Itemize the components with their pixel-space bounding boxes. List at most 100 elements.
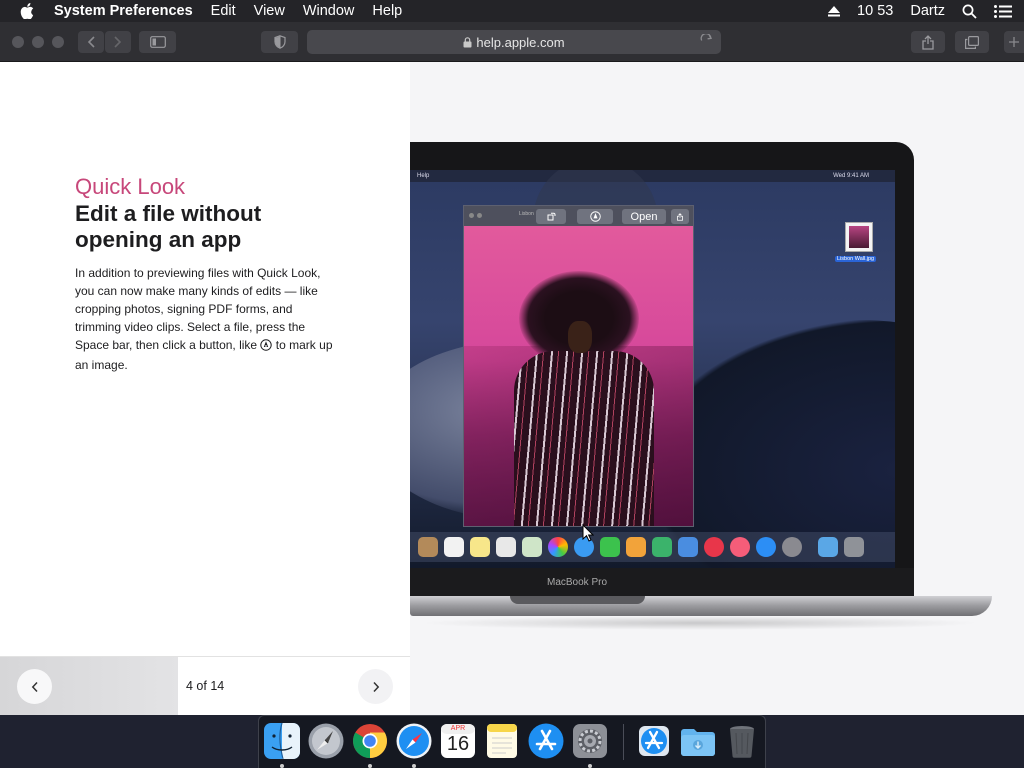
previous-slide-button[interactable]	[17, 669, 52, 704]
ql-expand-dot	[477, 213, 482, 218]
laptop-screen: Help Wed 9:41 AM Lisbon Open Lisbon Wall…	[410, 170, 895, 568]
dock: APR 16	[258, 715, 766, 768]
menubar-user[interactable]: Dartz	[910, 3, 945, 19]
section-eyebrow: Quick Look	[75, 174, 186, 199]
calendar-day: 16	[446, 733, 470, 755]
dock-running-dot	[280, 764, 284, 768]
dock-app-store-icon[interactable]	[527, 722, 565, 760]
menu-view[interactable]: View	[245, 0, 294, 22]
ql-file-name: Lisbon	[519, 211, 534, 217]
spotlight-search-icon[interactable]	[962, 4, 977, 19]
forward-button[interactable]	[105, 31, 131, 53]
dock-calendar-icon[interactable]: APR 16	[439, 722, 477, 760]
mouse-cursor-icon	[582, 523, 595, 547]
dock-running-dot	[588, 764, 592, 768]
laptop-shadow	[420, 616, 980, 630]
article-body: In addition to previewing files with Qui…	[75, 264, 333, 374]
markup-icon	[260, 338, 273, 356]
tabs-icon	[965, 35, 979, 49]
apple-menu-icon[interactable]	[0, 3, 54, 19]
sidebar-icon	[149, 36, 166, 48]
dock-chrome-icon[interactable]	[351, 722, 389, 760]
address-bar[interactable]: help.apple.com	[307, 30, 721, 54]
mini-dock-trash-icon	[844, 537, 864, 557]
web-page: Quick Look Edit a file without opening a…	[0, 62, 1024, 715]
plus-icon	[1009, 37, 1019, 47]
privacy-report-button[interactable]	[261, 31, 298, 53]
chevron-left-icon	[87, 36, 95, 48]
mini-menu-bar: Help Wed 9:41 AM	[410, 170, 895, 182]
menu-app-name[interactable]: System Preferences	[54, 0, 202, 22]
desktop-file-icon	[845, 222, 873, 252]
dock-running-dot	[368, 764, 372, 768]
mini-dock-notes-icon	[470, 537, 490, 557]
share-mini-button	[671, 209, 689, 224]
mini-dock-contacts-icon	[418, 537, 438, 557]
portrait-photo	[464, 226, 693, 526]
close-window-button[interactable]	[12, 36, 24, 48]
mini-dock-music-icon	[730, 537, 750, 557]
dock-safari-icon[interactable]	[395, 722, 433, 760]
ql-close-dot	[469, 213, 474, 218]
open-with-button: Open	[622, 209, 666, 224]
quick-look-window: Lisbon Open	[463, 205, 694, 527]
mini-dock-numbers-icon	[652, 537, 672, 557]
mini-dock	[410, 532, 895, 562]
menu-window[interactable]: Window	[294, 0, 364, 22]
tab-overview-button[interactable]	[955, 31, 989, 53]
shield-icon	[273, 35, 286, 49]
dock-separator	[623, 724, 624, 760]
mini-dock-calendar-icon	[444, 537, 464, 557]
chevron-left-icon	[31, 681, 38, 692]
macbook-illustration: Help Wed 9:41 AM Lisbon Open Lisbon Wall…	[410, 142, 1024, 632]
calendar-month: APR	[450, 725, 466, 732]
dock-app-store-download-icon[interactable]	[635, 722, 673, 760]
menu-bar: System Preferences Edit View Window Help…	[0, 0, 1024, 22]
laptop-notch	[510, 596, 645, 604]
article-panel: Quick Look Edit a file without opening a…	[0, 62, 410, 715]
mini-dock-photos-icon	[548, 537, 568, 557]
mini-dock-reminders-icon	[496, 537, 516, 557]
article-headline: Edit a file without opening an app	[75, 201, 262, 252]
zoom-window-button[interactable]	[52, 36, 64, 48]
mini-clock: Wed 9:41 AM	[833, 173, 869, 179]
share-button[interactable]	[911, 31, 945, 53]
markup-icon	[589, 211, 601, 222]
menubar-clock[interactable]: 10 53	[857, 3, 893, 19]
mini-dock-folder-icon	[818, 537, 838, 557]
share-icon	[677, 212, 683, 221]
minimize-window-button[interactable]	[32, 36, 44, 48]
dock-finder-icon[interactable]	[263, 722, 301, 760]
mini-dock-keynote-icon	[678, 537, 698, 557]
reload-icon[interactable]	[700, 34, 713, 47]
slide-counter: 4 of 14	[186, 679, 225, 693]
share-icon	[922, 34, 934, 50]
lock-icon	[463, 36, 472, 48]
menu-help[interactable]: Help	[363, 0, 411, 22]
dock-downloads-folder-icon[interactable]	[679, 722, 717, 760]
dock-system-preferences-icon[interactable]	[571, 722, 609, 760]
laptop-base	[410, 596, 992, 616]
laptop-model-label: MacBook Pro	[547, 577, 608, 588]
sidebar-toggle-button[interactable]	[139, 31, 176, 53]
menu-edit[interactable]: Edit	[202, 0, 245, 22]
gallery-pager: 4 of 14	[0, 656, 410, 715]
mini-menu-help: Help	[417, 173, 430, 179]
mini-dock-pages-icon	[626, 537, 646, 557]
rotate-icon	[547, 212, 555, 221]
mini-dock-facetime-icon	[600, 537, 620, 557]
dock-notes-icon[interactable]	[483, 722, 521, 760]
new-tab-button[interactable]	[1004, 31, 1024, 53]
photo-striped-shirt	[514, 351, 654, 526]
eject-icon[interactable]	[828, 5, 841, 17]
back-button[interactable]	[78, 31, 104, 53]
quick-look-titlebar: Lisbon Open	[464, 206, 693, 226]
rotate-button	[536, 209, 566, 224]
desktop-file-label: Lisbon Wall.jpg	[835, 256, 877, 262]
dock-running-dot	[412, 764, 416, 768]
dock-launchpad-icon[interactable]	[307, 722, 345, 760]
next-slide-button[interactable]	[358, 669, 393, 704]
photo-face	[568, 321, 592, 353]
notification-center-icon[interactable]	[994, 4, 1012, 18]
dock-trash-icon[interactable]	[723, 722, 761, 760]
